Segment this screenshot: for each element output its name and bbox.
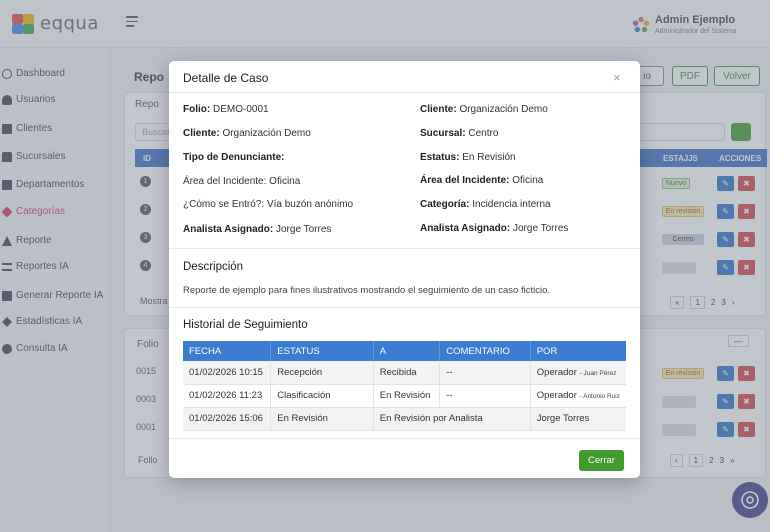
- description-title: Descripción: [183, 261, 244, 273]
- field-area-incidente-right: Área del Incidente: Oficina: [420, 175, 544, 186]
- col-estatus: ESTATUS: [270, 341, 374, 361]
- modal-footer-divider: [169, 438, 640, 439]
- divider: [169, 307, 640, 308]
- modal-title: Detalle de Caso: [183, 71, 269, 85]
- field-categoria: Categoría: Incidencia interna: [420, 199, 551, 210]
- field-cliente: Cliente: Organización Demo: [183, 128, 311, 139]
- modal-header: Detalle de Caso ×: [169, 61, 640, 93]
- col-comentario: COMENTARIO: [439, 341, 531, 361]
- case-detail-modal: Detalle de Caso × Folio: DEMO-0001 Clien…: [169, 61, 640, 478]
- field-analista-right: Analista Asignado: Jorge Torres: [420, 223, 569, 234]
- field-area-incidente: Área del Incidente: Oficina: [183, 176, 301, 187]
- field-sucursal: Sucursal: Centro: [420, 128, 499, 139]
- close-button[interactable]: Cerrar: [579, 450, 624, 471]
- history-table-header: FECHA ESTATUS A COMENTARIO POR: [183, 341, 626, 361]
- table-row: 01/02/2026 11:23 Clasificación En Revisi…: [183, 384, 626, 408]
- col-por: POR: [530, 341, 626, 361]
- description-text: Reporte de ejemplo para fines ilustrativ…: [183, 285, 550, 296]
- col-a: A: [373, 341, 441, 361]
- field-estatus: Estatus: En Revisión: [420, 152, 516, 163]
- field-tipo-denunciante: Tipo de Denunciante:: [183, 152, 285, 163]
- table-row: 01/02/2026 15:06 En Revisión En Revisión…: [183, 407, 626, 431]
- table-row: 01/02/2026 10:15 Recepción Recibida -- O…: [183, 361, 626, 385]
- col-fecha: FECHA: [183, 341, 272, 361]
- history-title: Historial de Seguimiento: [183, 319, 308, 331]
- field-cliente-right: Cliente: Organización Demo: [420, 104, 548, 115]
- history-table: FECHA ESTATUS A COMENTARIO POR 01/02/202…: [183, 341, 626, 431]
- divider: [169, 248, 640, 249]
- close-icon[interactable]: ×: [613, 70, 621, 85]
- field-folio: Folio: DEMO-0001: [183, 104, 269, 115]
- field-como-entro: ¿Cómo se Entró?: Vía buzón anónimo: [183, 199, 354, 210]
- field-analista: Analista Asignado: Jorge Torres: [183, 224, 332, 235]
